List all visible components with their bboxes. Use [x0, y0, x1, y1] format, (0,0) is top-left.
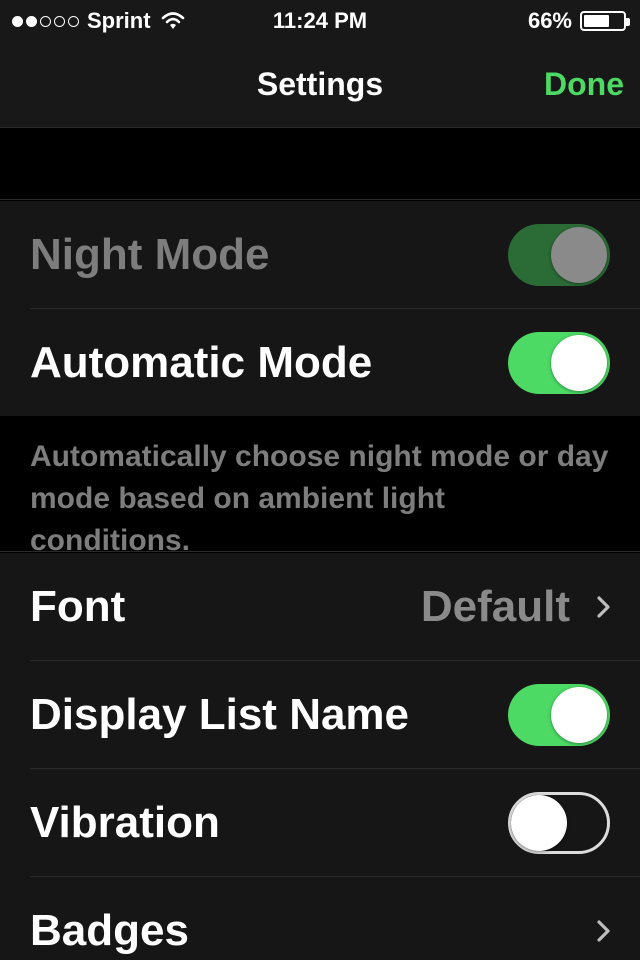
display-settings-group: Night Mode Automatic Mode: [0, 201, 640, 417]
chevron-right-icon: [597, 920, 610, 942]
battery-icon: [580, 11, 630, 31]
options-settings-group: Font Default Display List Name Vibration…: [0, 553, 640, 960]
badges-label: Badges: [30, 906, 189, 955]
battery-tip: [626, 18, 630, 26]
badges-row[interactable]: Badges: [0, 877, 640, 960]
battery-percent: 66%: [527, 8, 572, 33]
vibration-label: Vibration: [30, 798, 220, 847]
night-mode-label: Night Mode: [30, 230, 270, 279]
status-right: 66%: [527, 8, 630, 34]
automatic-mode-toggle[interactable]: [508, 332, 610, 394]
font-value: Default: [420, 582, 570, 631]
navigation-bar: Settings Done: [0, 42, 640, 128]
battery-level: [584, 15, 609, 27]
automatic-mode-label: Automatic Mode: [30, 338, 373, 387]
toggle-knob: [551, 687, 607, 743]
night-mode-toggle: [508, 224, 610, 286]
automatic-mode-row: Automatic Mode: [0, 309, 640, 417]
toggle-knob: [551, 227, 607, 283]
automatic-mode-description: Automatically choose night mode or day m…: [0, 416, 640, 557]
font-row[interactable]: Font Default: [0, 553, 640, 661]
display-list-name-row: Display List Name: [0, 661, 640, 769]
night-mode-row: Night Mode: [0, 201, 640, 309]
font-label: Font: [30, 582, 126, 631]
vibration-toggle[interactable]: [508, 792, 610, 854]
section-spacer: [0, 129, 640, 200]
chevron-right-icon: [597, 596, 610, 618]
display-list-name-label: Display List Name: [30, 690, 410, 739]
status-bar: Sprint 11:24 PM 66%: [0, 0, 640, 42]
toggle-knob: [551, 335, 607, 391]
vibration-row: Vibration: [0, 769, 640, 877]
display-list-name-toggle[interactable]: [508, 684, 610, 746]
toggle-knob: [511, 795, 567, 851]
settings-screen: Sprint 11:24 PM 66% Settings Done Night …: [0, 0, 640, 960]
done-button[interactable]: Done: [544, 66, 624, 103]
